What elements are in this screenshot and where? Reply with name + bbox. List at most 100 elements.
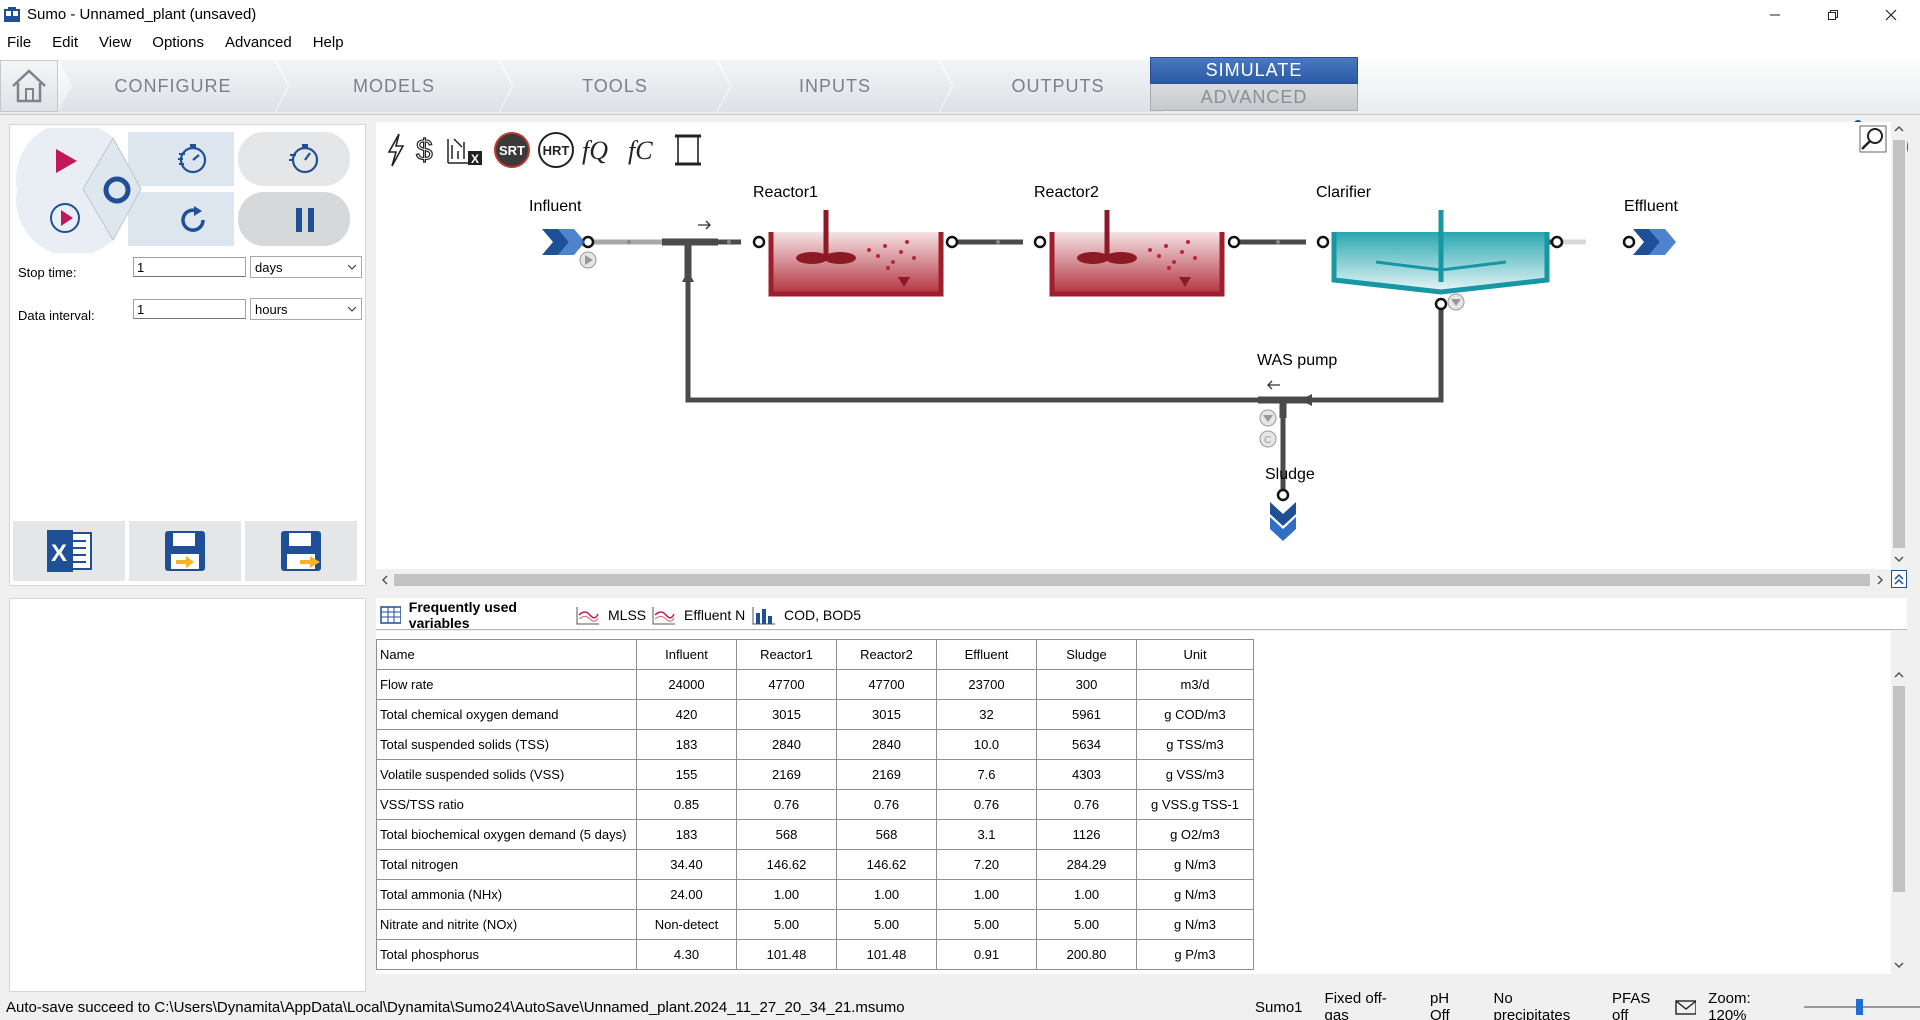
tab-mlss[interactable]: MLSS (572, 600, 648, 629)
table-cell: 568 (736, 819, 837, 850)
run-from-state-button[interactable] (40, 197, 90, 239)
tab-advanced-label[interactable]: ADVANCED (1150, 84, 1358, 111)
clarifier-tank (1331, 210, 1550, 311)
column-header[interactable]: Effluent (936, 639, 1037, 670)
table-row[interactable]: Total biochemical oxygen demand (5 days)… (376, 819, 1254, 850)
table-cell: g N/m3 (1136, 849, 1254, 880)
flowsheet-horizontal-scrollbar[interactable] (376, 569, 1891, 591)
status-ph[interactable]: pH Off (1430, 990, 1472, 1020)
tab-frequently-used-variables[interactable]: Frequently used variables (376, 599, 572, 631)
load-state-button[interactable] (129, 521, 241, 581)
steady-state-button[interactable] (92, 165, 142, 215)
flowsheet-canvas[interactable]: $ X SRT HRT fQ fC C Influent Reactor1 Re… (376, 122, 1891, 591)
table-cell: 5.00 (736, 909, 837, 940)
reactor1-label[interactable]: Reactor1 (753, 184, 818, 202)
autosave-message: Auto-save succeed to C:\Users\Dynamita\A… (6, 998, 905, 1016)
reactor2-label[interactable]: Reactor2 (1034, 184, 1099, 202)
status-sumo-model[interactable]: Sumo1 (1255, 999, 1303, 1016)
minimize-button[interactable] (1746, 0, 1804, 29)
run-button[interactable] (40, 141, 90, 181)
scroll-up-icon (1894, 671, 1904, 678)
tab-models[interactable]: MODELS (276, 60, 512, 112)
table-cell: 568 (836, 819, 937, 850)
table-cell: Total chemical oxygen demand (376, 699, 637, 730)
timer-start-button[interactable] (140, 131, 246, 185)
column-header[interactable]: Reactor1 (736, 639, 837, 670)
close-button[interactable] (1862, 0, 1920, 29)
table-row[interactable]: Nitrate and nitrite (NOx) Non-detect 5.0… (376, 909, 1254, 940)
table-cell: 183 (636, 729, 737, 760)
status-pfas[interactable]: PFAS off (1612, 990, 1669, 1020)
table-row[interactable]: Total phosphorus 4.30 101.48 101.48 0.91… (376, 939, 1254, 970)
table-cell: 2840 (736, 729, 837, 760)
status-precipitates[interactable]: No precipitates (1494, 990, 1591, 1020)
expand-up-button[interactable] (1891, 570, 1907, 588)
effluent-label[interactable]: Effluent (1624, 198, 1678, 216)
home-tab[interactable] (0, 60, 58, 112)
pause-button[interactable] (250, 193, 360, 247)
table-vscroll-thumb[interactable] (1893, 686, 1905, 892)
table-cell: m3/d (1136, 669, 1254, 700)
was-pump-label[interactable]: WAS pump (1257, 352, 1337, 370)
tab-inputs[interactable]: INPUTS (718, 60, 952, 112)
simulation-control-panel: Stop time: 1 days Data interval: 1 hours… (9, 124, 366, 586)
tab-cod-bod5[interactable]: COD, BOD5 (748, 600, 864, 629)
table-row[interactable]: Total nitrogen 34.40 146.62 146.62 7.20 … (376, 849, 1254, 880)
mail-icon[interactable] (1675, 999, 1697, 1015)
table-row[interactable]: Total chemical oxygen demand 420 3015 30… (376, 699, 1254, 730)
export-excel-button[interactable]: X (13, 521, 125, 581)
tab-outputs[interactable]: OUTPUTS (940, 60, 1176, 112)
influent-label[interactable]: Influent (529, 198, 581, 216)
tab-simulate[interactable]: SIMULATE ADVANCED (1150, 57, 1358, 112)
data-interval-unit-select[interactable]: hours (250, 298, 362, 320)
table-row[interactable]: Volatile suspended solids (VSS) 155 2169… (376, 759, 1254, 790)
data-interval-input[interactable]: 1 (133, 299, 246, 319)
svg-text:X: X (51, 540, 67, 567)
menu-advanced[interactable]: Advanced (225, 34, 292, 51)
table-cell: 24000 (636, 669, 737, 700)
restore-button[interactable] (1804, 0, 1862, 29)
table-row[interactable]: Flow rate 24000 47700 47700 23700 300 m3… (376, 669, 1254, 700)
zoom-slider-thumb[interactable] (1856, 999, 1864, 1015)
flowsheet-vscroll-thumb[interactable] (1893, 140, 1905, 548)
table-row[interactable]: Total suspended solids (TSS) 183 2840 28… (376, 729, 1254, 760)
table-cell: g VSS.g TSS-1 (1136, 789, 1254, 820)
menu-help[interactable]: Help (313, 34, 344, 51)
status-offgas[interactable]: Fixed off-gas (1325, 990, 1408, 1020)
table-cell: 34.40 (636, 849, 737, 880)
sludge-label[interactable]: Sludge (1265, 466, 1315, 484)
tab-tools[interactable]: TOOLS (500, 60, 730, 112)
tab-configure[interactable]: CONFIGURE (58, 60, 288, 112)
reset-button[interactable] (140, 193, 246, 247)
clarifier-label[interactable]: Clarifier (1316, 184, 1371, 202)
column-header[interactable]: Influent (636, 639, 737, 670)
stop-time-unit-select[interactable]: days (250, 256, 362, 278)
menu-view[interactable]: View (99, 34, 131, 51)
menu-file[interactable]: File (7, 34, 31, 51)
menu-options[interactable]: Options (152, 34, 204, 51)
column-header[interactable]: Sludge (1036, 639, 1137, 670)
line-chart-icon (652, 606, 675, 624)
effluent-icon (1633, 229, 1676, 255)
timer-dynamic-button[interactable] (250, 131, 360, 185)
table-vertical-scrollbar[interactable] (1891, 668, 1907, 974)
flowsheet-vertical-scrollbar[interactable] (1891, 122, 1907, 569)
tab-effluent-n[interactable]: Effluent N (648, 600, 748, 629)
flowsheet-hscroll-thumb[interactable] (394, 574, 1870, 586)
zoom-slider[interactable] (1804, 997, 1920, 1017)
save-state-button[interactable] (245, 521, 357, 581)
stop-time-input[interactable]: 1 (133, 257, 246, 277)
tab-label: COD, BOD5 (784, 606, 862, 623)
tab-simulate-label[interactable]: SIMULATE (1150, 57, 1358, 84)
column-header[interactable]: Reactor2 (836, 639, 937, 670)
menu-edit[interactable]: Edit (52, 34, 78, 51)
column-header[interactable]: Name (376, 639, 637, 670)
zoom-level: Zoom: 120% (1708, 990, 1751, 1020)
table-cell: 284.29 (1036, 849, 1137, 880)
table-row[interactable]: VSS/TSS ratio 0.85 0.76 0.76 0.76 0.76 g… (376, 789, 1254, 820)
scroll-down-icon (1894, 962, 1904, 969)
table-row[interactable]: Total ammonia (NHx) 24.00 1.00 1.00 1.00… (376, 879, 1254, 910)
column-header[interactable]: Unit (1136, 639, 1254, 670)
table-cell: g COD/m3 (1136, 699, 1254, 730)
table-cell: 146.62 (736, 849, 837, 880)
